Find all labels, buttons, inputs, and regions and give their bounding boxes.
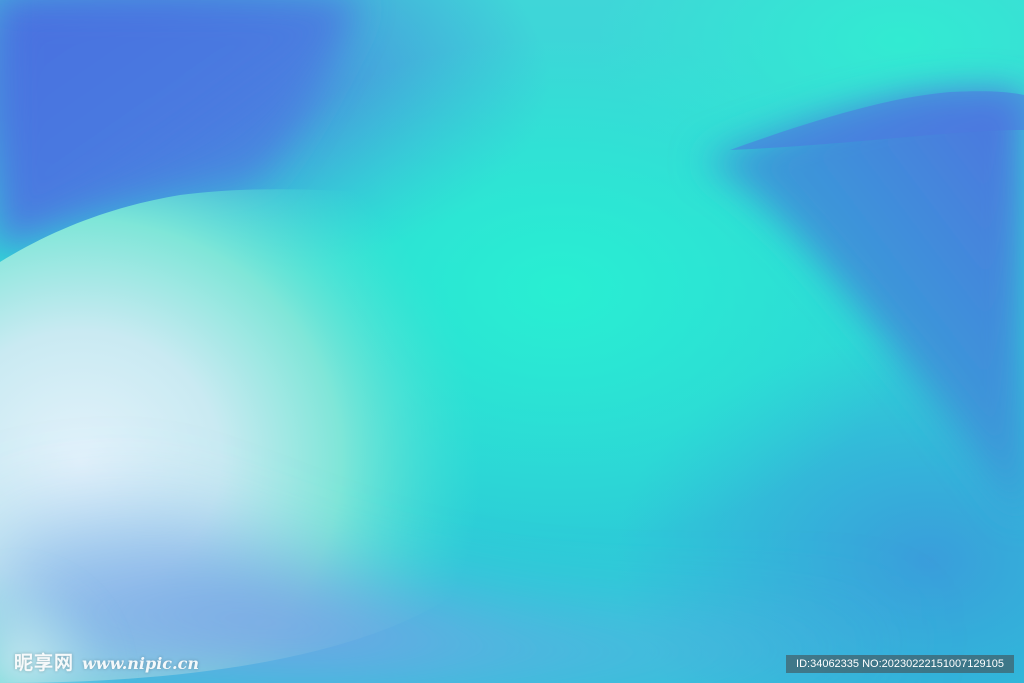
watermark-brand: 昵享网 — [14, 652, 75, 674]
abstract-gradient-waves — [0, 0, 1024, 683]
site-watermark: 昵享网 www.nipic.cn — [14, 648, 199, 675]
image-id-label: ID:34062335 NO:20230222151007129105 — [786, 655, 1014, 673]
watermark-url: www.nipic.cn — [82, 654, 199, 673]
background-canvas: 昵享网 www.nipic.cn ID:34062335 NO:20230222… — [0, 0, 1024, 683]
